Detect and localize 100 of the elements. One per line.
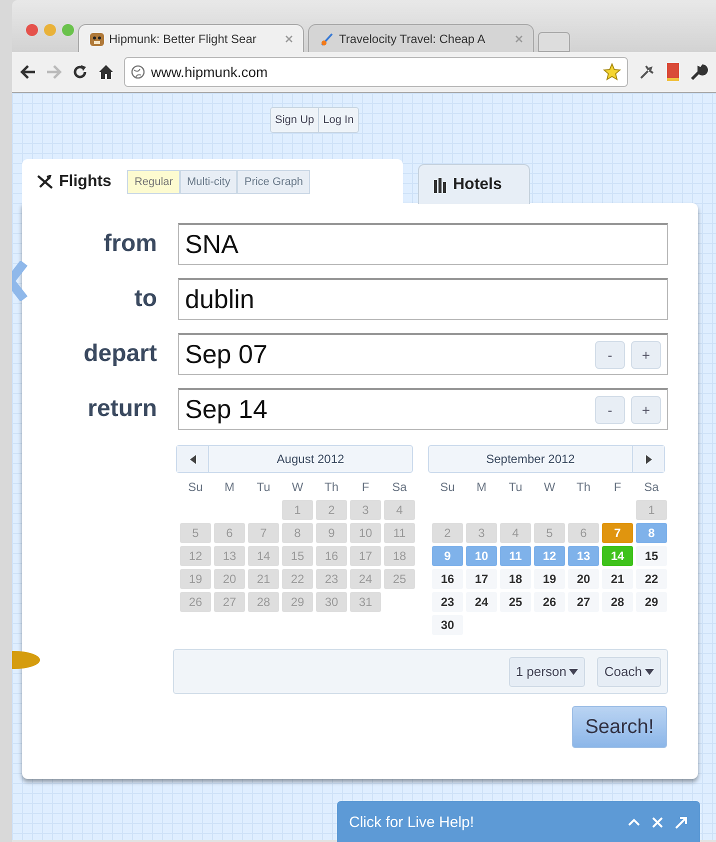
calendar-day[interactable]: 24 xyxy=(466,592,497,612)
calendar-day: 21 xyxy=(248,569,279,589)
globe-icon xyxy=(131,65,145,79)
next-month-button[interactable] xyxy=(632,446,664,472)
field-label: from xyxy=(102,229,157,259)
calendar-day: 22 xyxy=(282,569,313,589)
mode-tab[interactable]: Regular xyxy=(127,170,180,194)
calendar-day: 10 xyxy=(350,523,381,543)
mode-tab[interactable]: Price Graph xyxy=(237,170,310,194)
log-in-button[interactable]: Log In xyxy=(319,107,359,133)
month-title: August 2012 xyxy=(276,451,346,468)
calendar-day: 23 xyxy=(316,569,347,589)
calendar-day[interactable]: 16 xyxy=(432,569,463,589)
dropdown-button[interactable]: Coach xyxy=(597,656,661,686)
calendar-day[interactable]: 15 xyxy=(636,546,667,566)
calendar-day: 15 xyxy=(282,546,313,566)
sign-up-button[interactable]: Sign Up xyxy=(270,107,320,133)
calendar-day: 2 xyxy=(432,523,463,543)
tab-label[interactable]: Flights xyxy=(59,173,112,191)
calendar-day[interactable]: 19 xyxy=(534,569,565,589)
address-bar[interactable]: www.hipmunk.com xyxy=(124,57,628,87)
calendar-day[interactable]: 27 xyxy=(568,592,599,612)
close-icon[interactable] xyxy=(515,34,523,42)
decrement-button[interactable]: - xyxy=(595,396,625,424)
date-field[interactable]: Sep 07 - + xyxy=(178,333,668,375)
tab-label[interactable]: Hotels xyxy=(453,176,502,194)
calendar-day: 26 xyxy=(180,592,211,612)
calendar-day: 5 xyxy=(534,523,565,543)
calendar-day[interactable]: 22 xyxy=(636,569,667,589)
calendar-day: 6 xyxy=(214,523,245,543)
new-tab-button[interactable] xyxy=(538,32,570,52)
calendar-day: 29 xyxy=(282,592,313,612)
calendar-day: 7 xyxy=(248,523,279,543)
calendar-day: 18 xyxy=(384,546,415,566)
mode-tab[interactable]: Multi-city xyxy=(180,170,238,194)
browser-tab[interactable]: Travelocity Travel: Cheap A xyxy=(308,24,534,52)
increment-button[interactable]: + xyxy=(631,340,661,368)
forward-icon[interactable] xyxy=(46,65,62,79)
weekday-label: F xyxy=(612,479,622,496)
search-tab-panel[interactable]: Flights Regular Multi-city Price Graph xyxy=(22,159,403,204)
search-button[interactable]: Search! xyxy=(572,706,667,748)
weekday-label: Sa xyxy=(643,479,660,496)
weekday-label: Tu xyxy=(508,479,524,496)
calendar-day: 14 xyxy=(248,546,279,566)
zoom-window-button[interactable] xyxy=(62,24,74,36)
browser-tab[interactable]: Hipmunk: Better Flight Sear xyxy=(78,24,304,52)
calendar-day: 11 xyxy=(384,523,415,543)
calendar-day[interactable]: 18 xyxy=(500,569,531,589)
month-title: September 2012 xyxy=(485,451,576,468)
calendar-day: 25 xyxy=(384,569,415,589)
expand-icon[interactable] xyxy=(675,816,688,828)
close-icon[interactable] xyxy=(285,34,293,42)
calendar-day[interactable]: 29 xyxy=(636,592,667,612)
reload-icon[interactable] xyxy=(72,64,88,80)
weekday-label: F xyxy=(360,479,370,496)
caret-up-icon[interactable] xyxy=(628,818,640,826)
calendar-day[interactable]: 26 xyxy=(534,592,565,612)
weekday-label: M xyxy=(476,479,488,496)
calendar-day: 19 xyxy=(180,569,211,589)
caret-icon xyxy=(645,668,654,674)
decrement-button[interactable]: - xyxy=(595,340,625,368)
book-icon[interactable] xyxy=(666,62,680,82)
left-triangle-icon xyxy=(190,454,196,464)
calendar-day: 20 xyxy=(214,569,245,589)
chevron-icon[interactable] xyxy=(12,261,28,301)
calendar-day: 12 xyxy=(180,546,211,566)
close-window-button[interactable] xyxy=(26,24,38,36)
field-label: return xyxy=(86,394,157,424)
blob-drawing xyxy=(12,649,40,671)
search-tab[interactable]: Hotels xyxy=(418,164,530,204)
text-field[interactable]: SNA xyxy=(178,223,668,265)
calendar-day: 5 xyxy=(180,523,211,543)
home-icon[interactable] xyxy=(98,64,114,80)
star-icon[interactable] xyxy=(603,63,621,81)
calendar-day[interactable]: 21 xyxy=(602,569,633,589)
calendar-day[interactable]: 23 xyxy=(432,592,463,612)
plane-icon xyxy=(37,175,53,189)
calendar-day: 28 xyxy=(248,592,279,612)
weekday-label: W xyxy=(290,479,304,496)
weekday-label: Sa xyxy=(391,479,408,496)
weekday-label: Th xyxy=(575,479,592,496)
calendar-day[interactable]: 28 xyxy=(602,592,633,612)
back-icon[interactable] xyxy=(20,65,36,79)
calendar-day[interactable]: 25 xyxy=(500,592,531,612)
calendar-day: 1 xyxy=(636,500,667,520)
increment-button[interactable]: + xyxy=(631,396,661,424)
text-field[interactable]: dublin xyxy=(178,278,668,320)
date-field[interactable]: Sep 14 - + xyxy=(178,388,668,430)
dropdown-button[interactable]: 1 person xyxy=(508,656,586,686)
previous-month-button[interactable] xyxy=(177,446,209,472)
calendar-day: 17 xyxy=(350,546,381,566)
calendar-day: 13 xyxy=(214,546,245,566)
weekday-label: Su xyxy=(187,479,204,496)
calendar-day[interactable]: 20 xyxy=(568,569,599,589)
calendar-day[interactable]: 30 xyxy=(432,615,463,635)
calendar-day[interactable]: 17 xyxy=(466,569,497,589)
calendar-day: 16 xyxy=(316,546,347,566)
calendar-day: 27 xyxy=(214,592,245,612)
right-triangle-icon xyxy=(646,454,652,464)
calendar-day: 2 xyxy=(316,500,347,520)
